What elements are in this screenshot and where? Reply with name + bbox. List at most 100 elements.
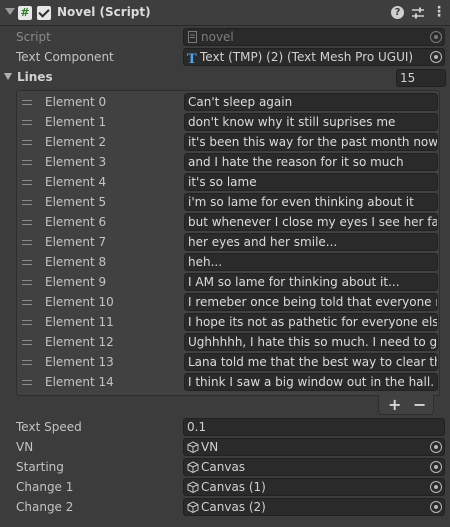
caret-down-icon[interactable] [4, 73, 12, 80]
list-item: Element 10 I remeber once being told that… [17, 293, 439, 313]
change1-value: Canvas (1) [201, 480, 266, 494]
drag-handle-icon[interactable] [22, 120, 32, 125]
caret-down-icon[interactable] [5, 8, 15, 15]
object-picker-icon[interactable] [430, 31, 442, 43]
element-label: Element 6 [45, 215, 107, 229]
element-value-field[interactable]: it's been this way for the past month no… [184, 133, 438, 151]
element-value-field[interactable]: i'm so lame for even thinking about it [184, 193, 438, 211]
element-label: Element 2 [45, 135, 107, 149]
list-item: Element 9 I AM so lame for thinking about… [17, 273, 439, 293]
list-item: Element 7 her eyes and her smile... [17, 233, 439, 253]
drag-handle-icon[interactable] [22, 220, 32, 225]
script-icon: # [18, 6, 32, 20]
element-value-field[interactable]: I hope its not as pathetic for everyone … [184, 313, 438, 331]
element-label: Element 11 [45, 315, 114, 329]
cube-icon [187, 481, 199, 493]
drag-handle-icon[interactable] [22, 180, 32, 185]
script-value: novel [201, 30, 234, 44]
remove-element-button[interactable]: − [413, 396, 426, 414]
list-item: Element 14 I think I saw a big window out… [17, 373, 439, 393]
drag-handle-icon[interactable] [22, 280, 32, 285]
list-item: Element 6 but whenever I close my eyes I … [17, 213, 439, 233]
change2-field[interactable]: Canvas (2) [183, 498, 445, 516]
element-label: Element 12 [45, 335, 114, 349]
element-label: Element 3 [45, 155, 107, 169]
element-value-field[interactable]: I think I saw a big window out in the ha… [184, 373, 438, 391]
element-value-field[interactable]: her eyes and her smile... [184, 233, 438, 251]
drag-handle-icon[interactable] [22, 140, 32, 145]
lines-label[interactable]: Lines [17, 70, 53, 84]
list-item: Element 3 and I hate the reason for it so… [17, 153, 439, 173]
textmeshpro-icon: T [187, 52, 197, 66]
drag-handle-icon[interactable] [22, 100, 32, 105]
list-item: Element 8 heh... [17, 253, 439, 273]
help-icon[interactable]: ? [391, 6, 404, 19]
vn-field[interactable]: VN [183, 438, 445, 456]
object-picker-icon[interactable] [430, 481, 442, 493]
vn-label: VN [16, 440, 34, 454]
element-label: Element 7 [45, 235, 107, 249]
drag-handle-icon[interactable] [22, 260, 32, 265]
element-label: Element 13 [45, 355, 114, 369]
element-value-field[interactable]: Ughhhhh, I hate this so much. I need to … [184, 333, 438, 351]
script-field[interactable]: novel [183, 28, 445, 46]
drag-handle-icon[interactable] [22, 160, 32, 165]
object-picker-icon[interactable] [430, 501, 442, 513]
lines-size-field[interactable]: 15 [396, 69, 446, 87]
cube-icon [187, 441, 199, 453]
change1-label: Change 1 [16, 480, 74, 494]
element-value-field[interactable]: Can't sleep again [184, 93, 438, 111]
element-label: Element 5 [45, 195, 107, 209]
element-value-field[interactable]: and I hate the reason for it so much [184, 153, 438, 171]
drag-handle-icon[interactable] [22, 380, 32, 385]
object-picker-icon[interactable] [430, 51, 442, 63]
kebab-menu-icon[interactable]: ⋮ [432, 4, 446, 20]
object-picker-icon[interactable] [430, 461, 442, 473]
enabled-checkbox[interactable] [37, 6, 51, 20]
drag-handle-icon[interactable] [22, 360, 32, 365]
element-value-field[interactable]: Lana told me that the best way to clear … [184, 353, 438, 371]
drag-handle-icon[interactable] [22, 300, 32, 305]
vn-value: VN [201, 440, 219, 454]
change2-label: Change 2 [16, 500, 74, 514]
element-label: Element 9 [45, 275, 107, 289]
starting-value: Canvas [201, 460, 246, 474]
element-label: Element 10 [45, 295, 114, 309]
text-component-field[interactable]: T Text (TMP) (2) (Text Mesh Pro UGUI) [183, 48, 445, 66]
element-label: Element 0 [45, 95, 107, 109]
component-title: Novel (Script) [57, 5, 151, 19]
list-item: Element 5 i'm so lame for even thinking a… [17, 193, 439, 213]
list-item: Element 11 I hope its not as pathetic for… [17, 313, 439, 333]
element-value-field[interactable]: it's so lame [184, 173, 438, 191]
change1-field[interactable]: Canvas (1) [183, 478, 445, 496]
text-speed-field[interactable]: 0.1 [183, 418, 445, 436]
element-value-field[interactable]: I remeber once being told that everyone … [184, 293, 438, 311]
list-item: Element 13 Lana told me that the best way… [17, 353, 439, 373]
list-item: Element 4 it's so lame [17, 173, 439, 193]
starting-field[interactable]: Canvas [183, 458, 445, 476]
drag-handle-icon[interactable] [22, 240, 32, 245]
list-item: Element 0 Can't sleep again [17, 93, 439, 113]
drag-handle-icon[interactable] [22, 200, 32, 205]
cube-icon [187, 461, 199, 473]
element-label: Element 1 [45, 115, 107, 129]
cube-icon [187, 501, 199, 513]
add-element-button[interactable]: + [388, 396, 401, 414]
element-value-field[interactable]: I AM so lame for thinking about it... [184, 273, 438, 291]
text-speed-label: Text Speed [16, 420, 82, 434]
object-picker-icon[interactable] [430, 441, 442, 453]
list-item: Element 1 don't know why it still suprise… [17, 113, 439, 133]
element-value-field[interactable]: heh... [184, 253, 438, 271]
element-value-field[interactable]: don't know why it still suprises me [184, 113, 438, 131]
element-label: Element 8 [45, 255, 107, 269]
text-component-label: Text Component [16, 50, 114, 64]
starting-label: Starting [16, 460, 64, 474]
sliders-icon[interactable] [411, 6, 425, 20]
drag-handle-icon[interactable] [22, 340, 32, 345]
drag-handle-icon[interactable] [22, 320, 32, 325]
change2-value: Canvas (2) [201, 500, 266, 514]
element-value-field[interactable]: but whenever I close my eyes I see her f… [184, 213, 438, 231]
element-label: Element 14 [45, 375, 114, 389]
element-label: Element 4 [45, 175, 107, 189]
script-label: Script [16, 30, 51, 44]
